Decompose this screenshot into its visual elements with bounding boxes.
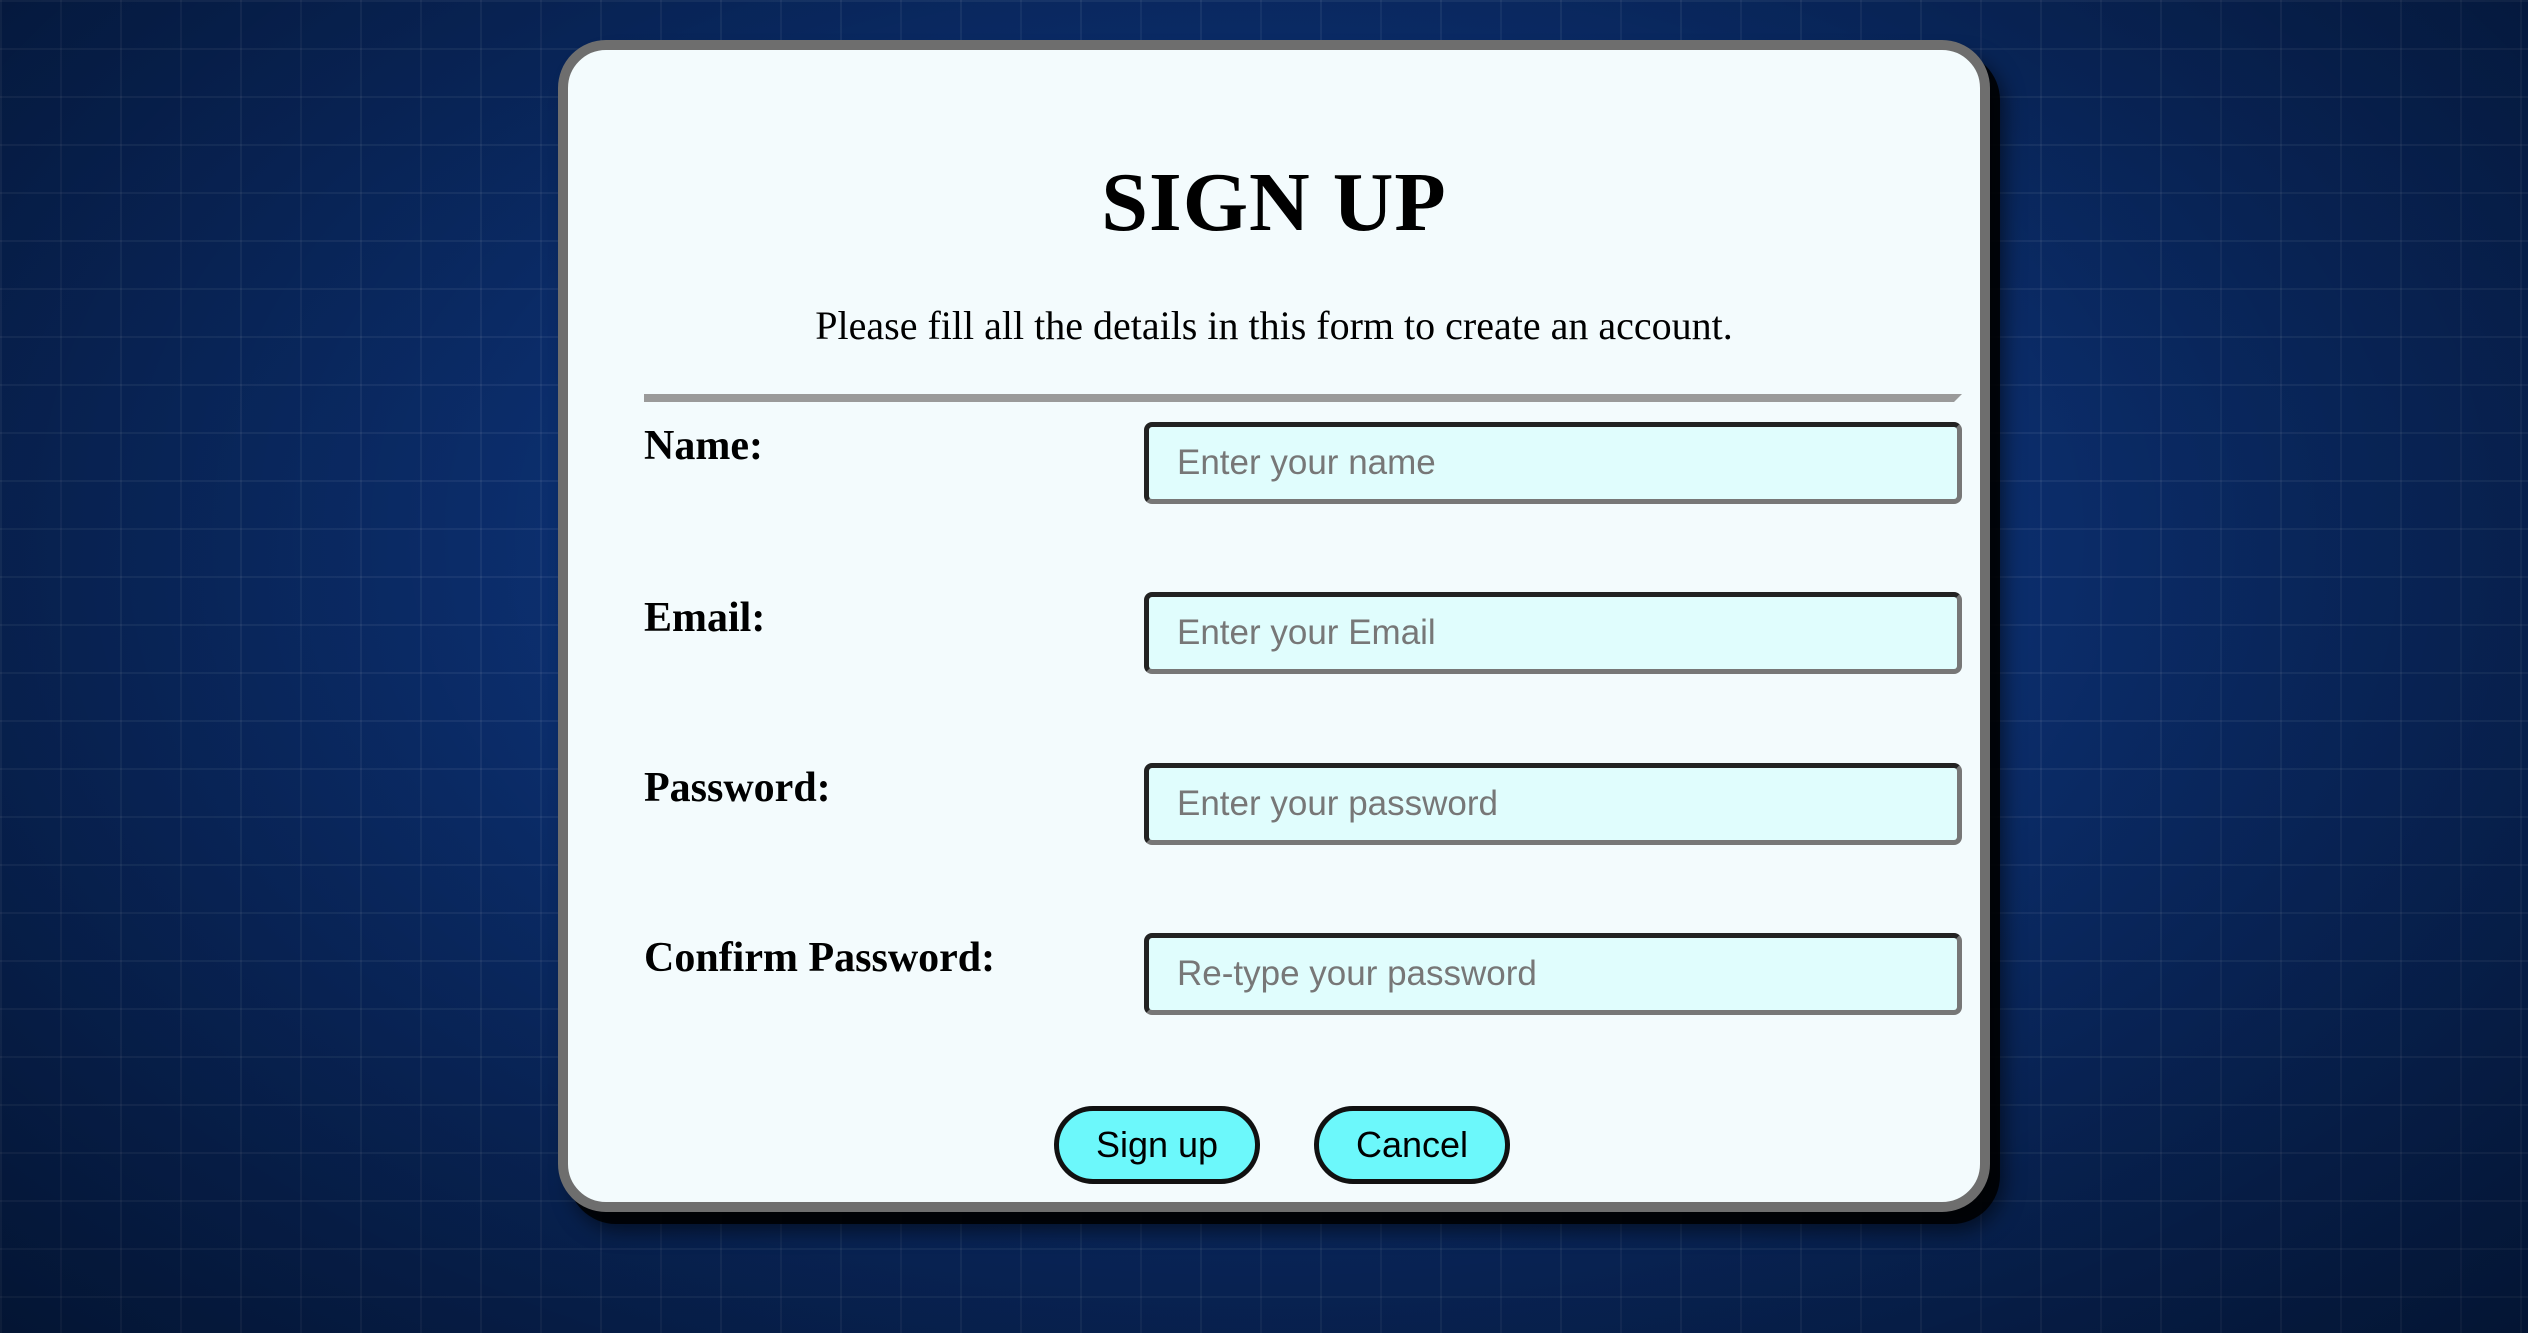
name-label: Name: [644,423,763,469]
form-subtitle: Please fill all the details in this form… [815,303,1733,348]
form-divider [644,394,1962,402]
confirm-password-label: Confirm Password: [644,935,996,981]
password-input[interactable] [1144,763,1962,845]
signup-form-card: SIGN UP Please fill all the details in t… [558,40,1990,1212]
email-input[interactable] [1144,592,1962,674]
signup-button[interactable]: Sign up [1054,1106,1260,1184]
name-input[interactable] [1144,422,1962,504]
email-label: Email: [644,595,766,641]
form-title: SIGN UP [1101,156,1447,249]
confirm-password-input[interactable] [1144,933,1962,1015]
cancel-button[interactable]: Cancel [1314,1106,1510,1184]
password-label: Password: [644,765,831,811]
